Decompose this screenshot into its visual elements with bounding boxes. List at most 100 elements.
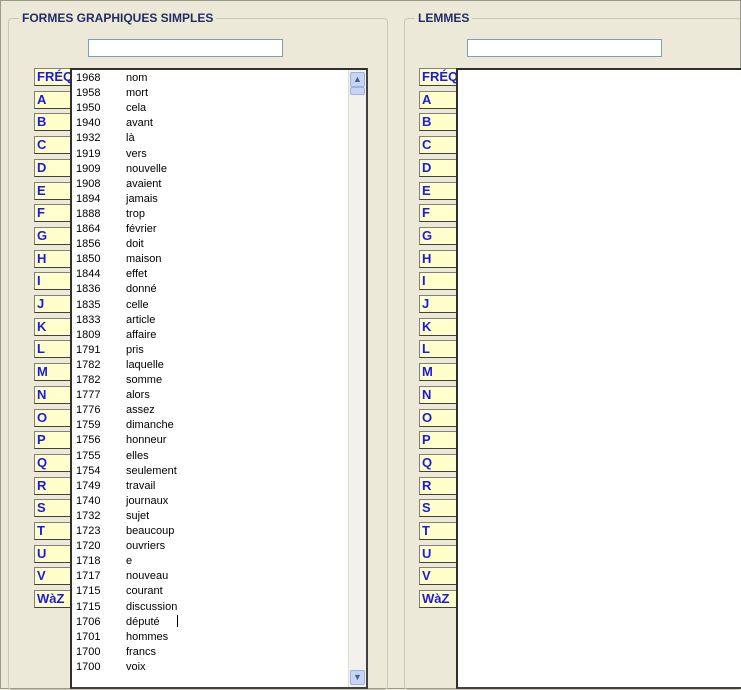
word-form: alors (126, 389, 150, 402)
frequency-value: 1782 (76, 374, 101, 386)
letter-index-column: FRÉQ A B C D E F G H I J K L M N O P Q R S T U V WàZ (419, 68, 461, 668)
frequency-value: 1894 (76, 192, 101, 205)
word-form: là (126, 132, 135, 145)
scroll-up-button[interactable]: ▲ (350, 72, 365, 87)
scroll-thumb[interactable] (350, 87, 365, 95)
scroll-down-button[interactable]: ▼ (350, 670, 365, 685)
frequency-value: 1718 (76, 555, 101, 568)
letter-button-c[interactable]: C (419, 136, 461, 155)
frequency-value: 1715 (76, 585, 101, 598)
word-form: beaucoup (126, 525, 175, 537)
word-form: voix (126, 660, 146, 673)
frequency-value: 1759 (76, 419, 101, 432)
frequency-value: 1835 (76, 298, 101, 311)
frequency-value: 1791 (76, 343, 101, 356)
letter-button-p[interactable]: P (419, 431, 461, 450)
word-form: nom (126, 72, 148, 84)
frequency-value: 1706 (76, 615, 101, 628)
letter-button-o[interactable]: O (419, 408, 461, 427)
word-form: e (126, 555, 133, 568)
letter-button-l[interactable]: L (419, 340, 461, 359)
word-form: seulement (126, 464, 177, 477)
word-form: trop (126, 207, 145, 220)
frequency-value: 1776 (76, 404, 101, 417)
word-form: celle (126, 298, 149, 311)
frequency-value: 1888 (76, 207, 101, 220)
frequency-value: 1909 (76, 162, 101, 175)
word-form: francs (126, 645, 156, 658)
frequency-value: 1809 (76, 328, 101, 341)
letter-button-q[interactable]: Q (419, 453, 461, 472)
word-form: ouvriers (126, 540, 166, 553)
frequency-value: 1754 (76, 464, 101, 477)
frequency-value: 1968 (76, 72, 101, 84)
word-form: député (126, 615, 160, 628)
frequency-value: 1740 (76, 494, 101, 507)
letter-button-freq[interactable]: FRÉQ (419, 68, 461, 86)
word-form: discussion (126, 600, 178, 613)
lemmes-title: LEMMES (415, 11, 473, 25)
letter-button-s[interactable]: S (419, 499, 461, 518)
lemmes-search-input[interactable] (467, 39, 662, 57)
frequency-value: 1723 (76, 525, 101, 537)
letter-button-r[interactable]: R (419, 476, 461, 495)
word-form: sujet (126, 509, 150, 522)
word-form: affaire (126, 328, 157, 341)
chevron-up-icon: ▲ (353, 74, 362, 84)
letter-button-u[interactable]: U (419, 544, 461, 563)
frequency-value: 1940 (76, 117, 101, 130)
word-form: jamais (126, 192, 158, 205)
frequency-value: 1720 (76, 540, 101, 553)
letter-button-b[interactable]: B (419, 113, 461, 132)
frequency-value: 1782 (76, 358, 101, 371)
letter-button-n[interactable]: N (419, 385, 461, 404)
word-form: nouvelle (126, 162, 167, 175)
letter-button-g[interactable]: G (419, 226, 461, 245)
word-form: cela (126, 102, 147, 115)
formes-graphiques-title: FORMES GRAPHIQUES SIMPLES (19, 11, 217, 25)
frequency-value: 1864 (76, 223, 101, 235)
frequency-value: 1749 (76, 479, 101, 492)
letter-button-h[interactable]: H (419, 249, 461, 268)
letter-button-e[interactable]: E (419, 181, 461, 200)
letter-button-m[interactable]: M (419, 363, 461, 382)
word-form: dimanche (126, 419, 174, 432)
frequency-value: 1700 (76, 645, 101, 658)
letter-button-t[interactable]: T (419, 522, 461, 540)
lemmes-panel: LEMMES FRÉQ A B C D E F G H I J K L M N O P Q R S T U V WàZ (404, 11, 741, 690)
word-form: effet (126, 268, 148, 281)
word-form: hommes (126, 630, 169, 643)
frequency-value: 1717 (76, 570, 101, 583)
letter-button-d[interactable]: D (419, 158, 461, 177)
word-form: somme (126, 374, 163, 386)
letter-button-v[interactable]: V (419, 567, 461, 586)
frequency-value: 1777 (76, 389, 101, 402)
letter-button-i[interactable]: I (419, 272, 461, 291)
word-form: nouveau (126, 570, 169, 583)
word-form: vers (126, 147, 147, 160)
word-form: mort (126, 87, 148, 100)
formes-search-input[interactable] (88, 39, 283, 57)
frequency-value: 1715 (76, 600, 101, 613)
vertical-scrollbar[interactable]: ▲ ▼ (348, 70, 366, 687)
frequency-value: 1833 (76, 313, 101, 326)
word-form: maison (126, 253, 162, 266)
letter-button-a[interactable]: A (419, 90, 461, 109)
word-form: elles (126, 449, 149, 462)
letter-button-j[interactable]: J (419, 295, 461, 313)
frequency-value: 1908 (76, 177, 101, 190)
word-form: courant (126, 585, 163, 598)
text-caret (177, 615, 178, 627)
word-frequency-list[interactable]: 1968 nom 1958 mort 1950 cela 1940 avant 1932 là 19… (70, 68, 368, 689)
frequency-value: 1756 (76, 434, 101, 447)
frequency-value: 1958 (76, 87, 101, 100)
word-form: travail (126, 479, 156, 492)
chevron-down-icon: ▼ (353, 672, 362, 682)
lemmes-list[interactable] (456, 68, 741, 689)
frequency-value: 1700 (76, 660, 101, 673)
letter-button-k[interactable]: K (419, 317, 461, 336)
letter-button-f[interactable]: F (419, 204, 461, 223)
word-form: journaux (126, 494, 169, 507)
frequency-value: 1850 (76, 253, 101, 266)
letter-button-wàz[interactable]: WàZ (419, 590, 461, 609)
